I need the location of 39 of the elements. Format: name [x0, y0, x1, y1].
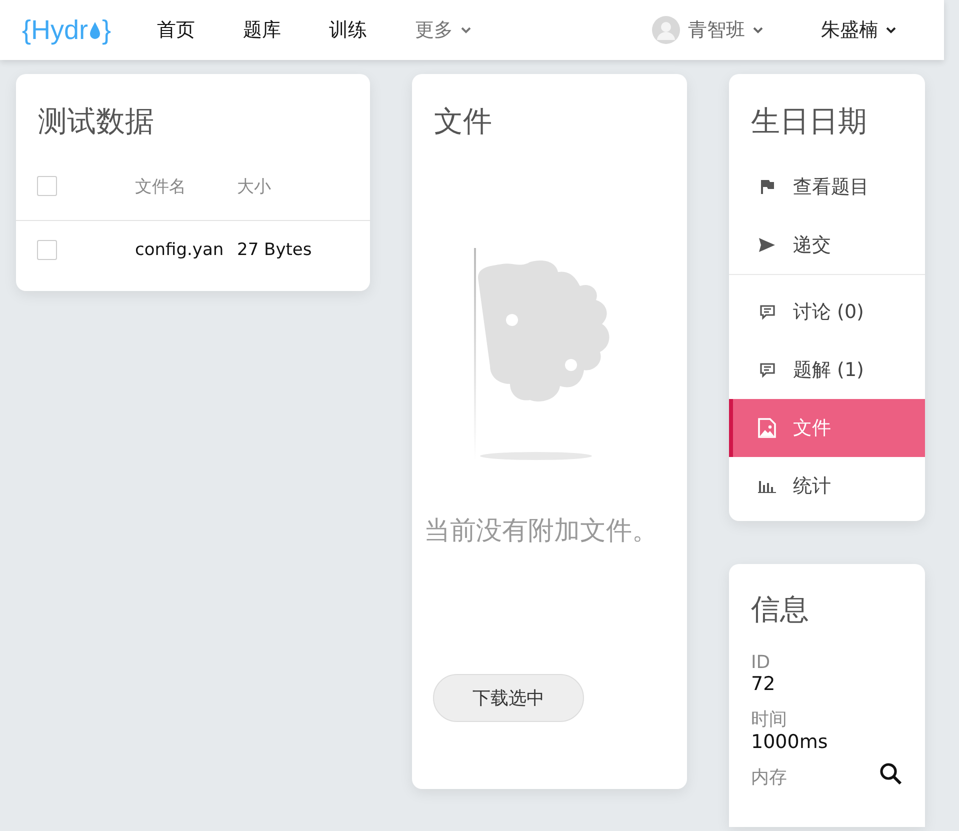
menu-item[interactable]: 统计 — [729, 457, 925, 515]
card-title: 生日日期 — [750, 103, 868, 140]
card-title: 信息 — [750, 591, 810, 628]
flag-icon — [760, 179, 774, 195]
send-icon — [759, 238, 775, 252]
comment-icon — [760, 362, 774, 378]
nav-link[interactable]: 题库 — [219, 17, 306, 43]
nav-link[interactable]: 训练 — [305, 17, 392, 43]
file-size: 27 Bytes — [237, 240, 313, 260]
field-label: 内存 — [751, 766, 787, 789]
field-label: 时间 — [751, 708, 787, 731]
menu-item[interactable]: 查看题目 — [729, 158, 925, 216]
comment-icon — [760, 304, 774, 320]
empty-message: 当前没有附加文件。 — [424, 515, 659, 548]
field-value: 72 — [751, 673, 776, 695]
nav-link[interactable]: 首页 — [133, 17, 220, 43]
column-header: 大小 — [237, 176, 272, 198]
column-header: 文件名 — [135, 176, 187, 198]
image-file-icon — [758, 418, 776, 438]
search-icon[interactable] — [879, 762, 903, 786]
file-name: config.yan — [135, 240, 225, 260]
user-menu[interactable]: 青智班 — [652, 16, 763, 44]
download-selected-button[interactable]: 下载选中 — [433, 674, 584, 722]
user-menu[interactable]: 朱盛楠 — [821, 17, 896, 43]
bar-chart-icon — [758, 479, 776, 493]
menu-item[interactable]: 递交 — [729, 216, 925, 274]
caret-icon — [886, 26, 896, 34]
checkbox[interactable] — [37, 240, 57, 260]
avatar-icon — [652, 16, 680, 44]
nav-link[interactable]: 更多 — [391, 17, 496, 43]
menu-item[interactable]: 讨论 (0) — [729, 283, 925, 341]
checkbox[interactable] — [37, 176, 57, 196]
card-title: 文件 — [433, 103, 493, 140]
field-value: 1000ms — [751, 731, 828, 753]
field-label: ID — [751, 652, 770, 673]
caret-icon — [753, 26, 763, 34]
card-title: 测试数据 — [37, 103, 155, 140]
menu-item[interactable]: 题解 (1) — [729, 341, 925, 399]
caret-icon — [461, 26, 472, 34]
